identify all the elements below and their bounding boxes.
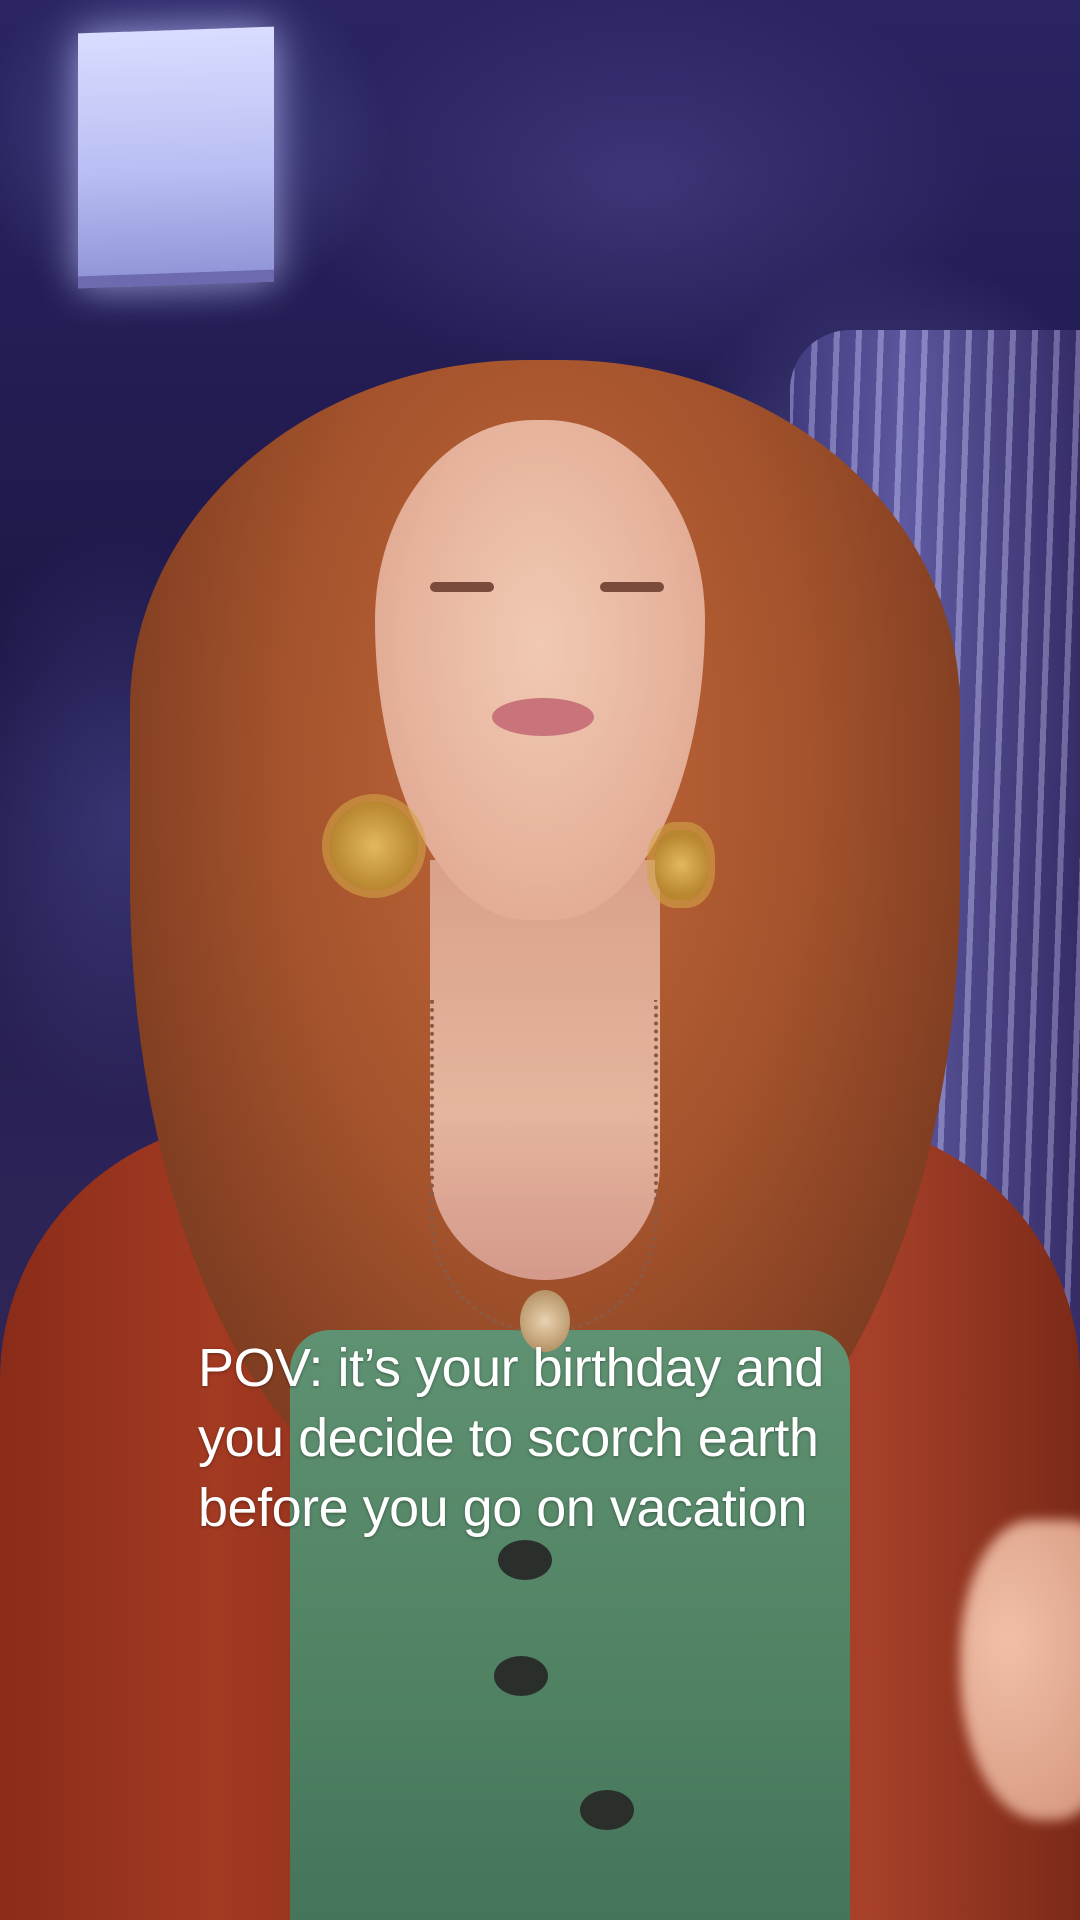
pursed-lips (492, 698, 594, 736)
caption-line-1: POV: it’s your birthday and (198, 1338, 824, 1398)
caption-line-3: before you go on vacation (198, 1478, 807, 1538)
video-frame[interactable]: POV: it’s your birthday and you decide t… (0, 0, 1080, 1920)
shirt-button (494, 1656, 548, 1696)
hanging-lantern-image (78, 26, 274, 289)
caption-line-2: you decide to scorch earth (198, 1408, 819, 1468)
shirt-button (498, 1540, 552, 1580)
closed-eye-left (430, 582, 494, 592)
closed-eye-right (600, 582, 664, 592)
sun-earring-image (330, 802, 418, 890)
video-caption: POV: it’s your birthday and you decide t… (198, 1333, 918, 1543)
moon-earring-image (655, 830, 707, 900)
beaded-necklace-image (430, 1000, 658, 1334)
shirt-button (580, 1790, 634, 1830)
